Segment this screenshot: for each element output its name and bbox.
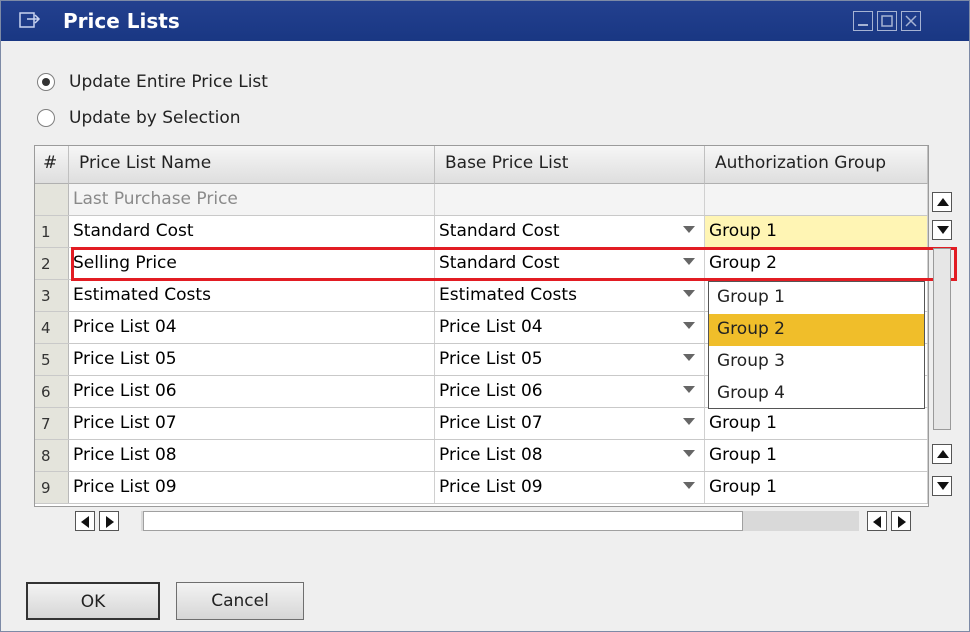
title-bar: Price Lists <box>1 1 969 41</box>
cell-base-price-list[interactable]: Price List 06 <box>435 376 705 407</box>
row-number: 3 <box>35 280 69 311</box>
cell-price-list-name[interactable]: Price List 07 <box>69 408 435 439</box>
column-header-number[interactable]: # <box>35 146 69 184</box>
radio-update-selection-label: Update by Selection <box>69 108 241 128</box>
scroll-up-button[interactable] <box>932 444 952 464</box>
column-header-base-price-list[interactable]: Base Price List <box>435 146 705 184</box>
authorization-group-dropdown-list[interactable]: Group 1 Group 2 Group 3 Group 4 <box>708 281 925 409</box>
row-number: 5 <box>35 344 69 375</box>
cell-base-price-list[interactable]: Standard Cost <box>435 216 705 247</box>
dropdown-arrow-icon[interactable] <box>683 258 695 265</box>
vertical-scrollbar[interactable] <box>932 186 954 500</box>
cell-authorization-group <box>705 184 928 215</box>
window-title: Price Lists <box>63 9 180 33</box>
close-button[interactable] <box>901 11 921 31</box>
price-lists-window: Price Lists Update Entire Price List Upd… <box>0 0 970 632</box>
cell-base-price-list[interactable]: Price List 09 <box>435 472 705 503</box>
scroll-left-button[interactable] <box>867 511 887 531</box>
cell-price-list-name[interactable]: Price List 09 <box>69 472 435 503</box>
arrow-down-icon <box>937 226 949 234</box>
radio-update-entire[interactable]: Update Entire Price List <box>37 71 268 93</box>
close-icon <box>905 15 917 27</box>
dropdown-option-highlighted[interactable]: Group 2 <box>709 314 924 346</box>
arrow-up-icon <box>937 198 949 206</box>
cell-base-price-list[interactable]: Price List 08 <box>435 440 705 471</box>
table-row[interactable]: 9 Price List 09 Price List 09 Group 1 <box>35 472 928 504</box>
row-number: 7 <box>35 408 69 439</box>
ok-button[interactable]: OK <box>26 582 160 620</box>
dropdown-arrow-icon[interactable] <box>683 226 695 233</box>
minimize-icon <box>858 24 868 26</box>
table-row-last-purchase[interactable]: Last Purchase Price <box>35 184 928 216</box>
dropdown-arrow-icon[interactable] <box>683 386 695 393</box>
cell-price-list-name[interactable]: Price List 04 <box>69 312 435 343</box>
table-row-selected[interactable]: 2 Selling Price Standard Cost Group 2 <box>35 248 928 280</box>
cell-base-price-list[interactable]: Price List 07 <box>435 408 705 439</box>
cell-price-list-name[interactable]: Standard Cost <box>69 216 435 247</box>
cell-price-list-name[interactable]: Selling Price <box>69 248 435 279</box>
arrow-up-icon <box>937 450 949 458</box>
column-header-authorization-group[interactable]: Authorization Group <box>705 146 928 184</box>
scroll-right-button[interactable] <box>891 511 911 531</box>
minimize-button[interactable] <box>853 11 873 31</box>
dropdown-option[interactable]: Group 4 <box>709 378 924 410</box>
dropdown-option[interactable]: Group 1 <box>709 282 924 314</box>
cell-authorization-group[interactable]: Group 1 <box>705 408 928 439</box>
cell-price-list-name[interactable]: Estimated Costs <box>69 280 435 311</box>
radio-button[interactable] <box>37 109 55 127</box>
row-number <box>35 184 69 215</box>
cell-base-price-list[interactable]: Estimated Costs <box>435 280 705 311</box>
cell-price-list-name[interactable]: Price List 08 <box>69 440 435 471</box>
cell-authorization-group[interactable]: Group 1 <box>705 472 928 503</box>
row-number: 2 <box>35 248 69 279</box>
maximize-button[interactable] <box>877 11 897 31</box>
row-number: 8 <box>35 440 69 471</box>
cell-base-price-list <box>435 184 705 215</box>
arrow-down-icon <box>937 482 949 490</box>
dropdown-arrow-icon[interactable] <box>683 322 695 329</box>
cell-base-price-list[interactable]: Standard Cost <box>435 248 705 279</box>
arrow-left-icon <box>81 516 89 528</box>
dropdown-arrow-icon[interactable] <box>683 290 695 297</box>
cell-price-list-name[interactable]: Price List 06 <box>69 376 435 407</box>
arrow-right-icon <box>898 516 906 528</box>
arrow-left-icon <box>873 516 881 528</box>
cell-base-price-list[interactable]: Price List 05 <box>435 344 705 375</box>
table-row[interactable]: 8 Price List 08 Price List 08 Group 1 <box>35 440 928 472</box>
scroll-right-button[interactable] <box>99 511 119 531</box>
table-row[interactable]: 7 Price List 07 Price List 07 Group 1 <box>35 408 928 440</box>
cell-base-price-list[interactable]: Price List 04 <box>435 312 705 343</box>
dropdown-option[interactable]: Group 3 <box>709 346 924 378</box>
row-number: 6 <box>35 376 69 407</box>
row-number: 1 <box>35 216 69 247</box>
cell-authorization-group[interactable]: Group 1 <box>705 440 928 471</box>
dropdown-arrow-icon[interactable] <box>683 354 695 361</box>
form-icon <box>19 12 41 28</box>
cell-price-list-name: Last Purchase Price <box>69 184 435 215</box>
arrow-right-icon <box>106 516 114 528</box>
horizontal-scroll-thumb[interactable] <box>143 511 743 531</box>
vertical-scroll-thumb[interactable] <box>933 248 951 430</box>
cell-price-list-name[interactable]: Price List 05 <box>69 344 435 375</box>
radio-update-entire-label: Update Entire Price List <box>69 72 268 92</box>
scroll-up-button[interactable] <box>932 192 952 212</box>
radio-button-selected[interactable] <box>37 73 55 91</box>
dropdown-arrow-icon[interactable] <box>683 450 695 457</box>
row-number: 9 <box>35 472 69 503</box>
cancel-button[interactable]: Cancel <box>176 582 304 620</box>
scroll-down-button[interactable] <box>932 476 952 496</box>
radio-update-selection[interactable]: Update by Selection <box>37 107 241 129</box>
table-row[interactable]: 1 Standard Cost Standard Cost Group 1 <box>35 216 928 248</box>
dropdown-arrow-icon[interactable] <box>683 418 695 425</box>
maximize-icon <box>881 15 893 27</box>
cell-authorization-group[interactable]: Group 1 <box>705 216 928 247</box>
dropdown-arrow-icon[interactable] <box>683 482 695 489</box>
horizontal-scrollbar[interactable] <box>71 510 929 532</box>
scroll-down-button[interactable] <box>932 220 952 240</box>
row-number: 4 <box>35 312 69 343</box>
cell-authorization-group[interactable]: Group 2 <box>705 248 928 279</box>
scroll-left-button[interactable] <box>75 511 95 531</box>
column-header-price-list-name[interactable]: Price List Name <box>69 146 435 184</box>
